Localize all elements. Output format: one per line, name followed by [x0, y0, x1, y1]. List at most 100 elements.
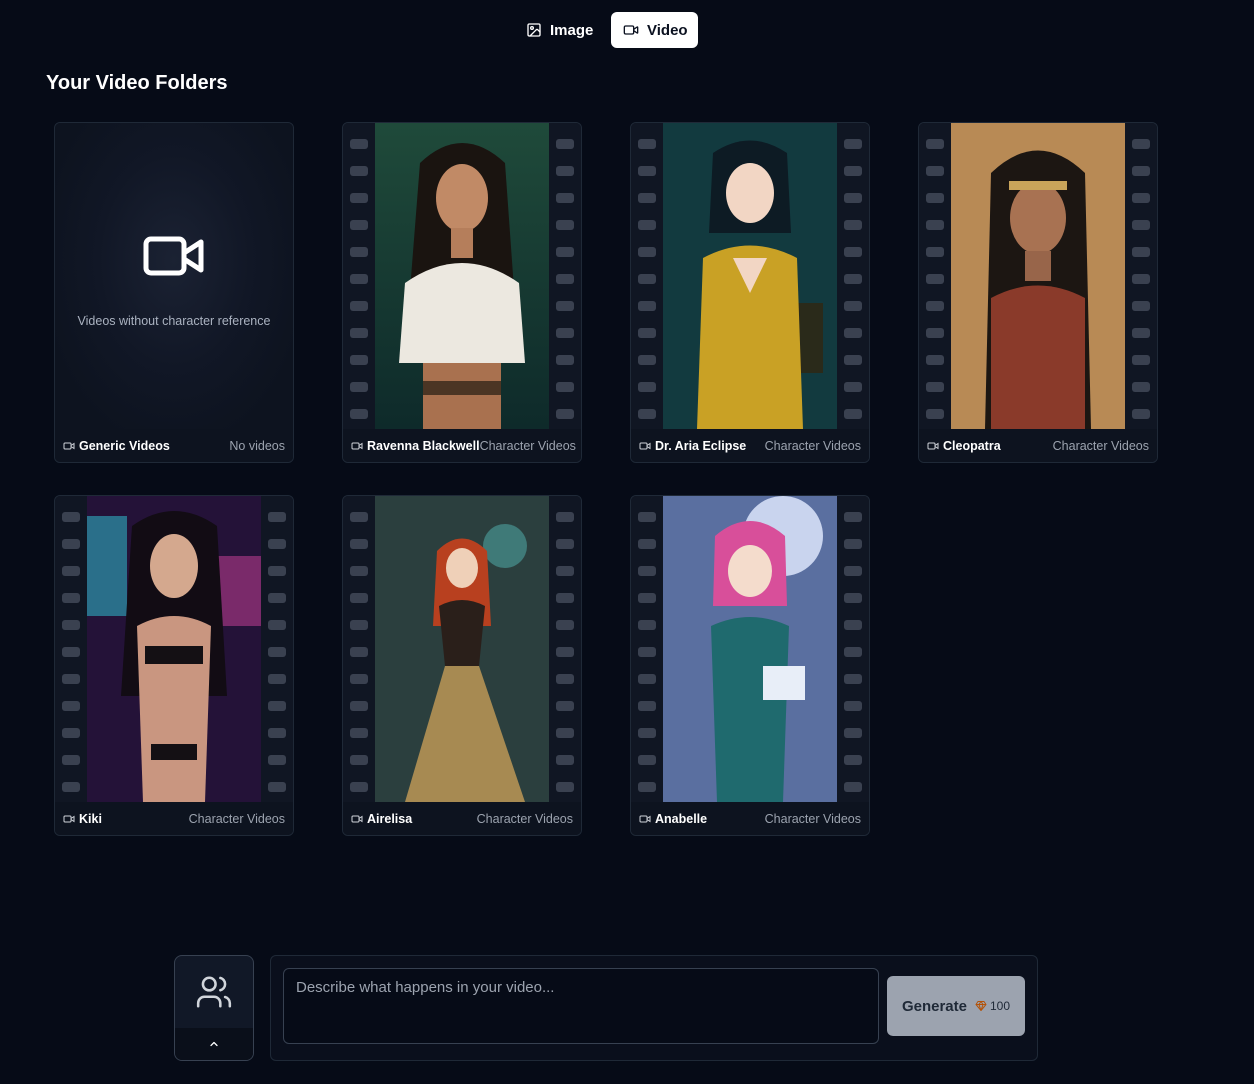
- film-sprocket: [844, 647, 862, 657]
- film-sprocket: [62, 728, 80, 738]
- folder-thumbnail: [631, 123, 869, 429]
- film-sprocket: [268, 674, 286, 684]
- folder-name: Ravenna Blackwell: [367, 438, 480, 453]
- film-sprocket: [1132, 193, 1150, 203]
- film-sprocket: [926, 382, 944, 392]
- video-prompt-input[interactable]: [283, 968, 879, 1044]
- film-sprocket: [1132, 382, 1150, 392]
- folder-type: Character Videos: [476, 811, 573, 826]
- film-sprocket: [1132, 274, 1150, 284]
- film-sprocket: [556, 247, 574, 257]
- film-sprocket: [638, 274, 656, 284]
- character-picker-button[interactable]: [174, 955, 254, 1061]
- film-sprocket: [844, 782, 862, 792]
- credit-cost: 100: [975, 999, 1010, 1013]
- film-sprocket: [638, 566, 656, 576]
- film-sprocket: [350, 539, 368, 549]
- video-icon: [639, 442, 651, 449]
- folder-thumbnail: [631, 496, 869, 802]
- folder-name: Cleopatra: [943, 438, 1001, 453]
- film-sprocket: [1132, 328, 1150, 338]
- folder-name: Anabelle: [655, 811, 708, 826]
- page-title: Your Video Folders: [46, 72, 228, 94]
- film-sprocket: [844, 328, 862, 338]
- film-sprocket: [556, 647, 574, 657]
- film-strip-left: [55, 496, 87, 802]
- video-icon: [639, 815, 651, 822]
- film-strip-left: [343, 123, 375, 429]
- film-sprocket: [350, 220, 368, 230]
- folder-thumbnail: [55, 496, 293, 802]
- film-sprocket: [350, 355, 368, 365]
- expand-characters-button[interactable]: [175, 1028, 253, 1060]
- film-sprocket: [638, 674, 656, 684]
- folder-card-cleopatra[interactable]: Cleopatra Character Videos: [918, 122, 1158, 463]
- film-sprocket: [1132, 409, 1150, 419]
- character-portrait: [663, 496, 837, 802]
- film-sprocket: [1132, 139, 1150, 149]
- film-sprocket: [62, 674, 80, 684]
- film-sprocket: [638, 539, 656, 549]
- film-sprocket: [638, 755, 656, 765]
- film-sprocket: [638, 139, 656, 149]
- video-icon: [927, 442, 939, 449]
- folder-card-generic[interactable]: Videos without character reference Gener…: [54, 122, 294, 463]
- film-sprocket: [556, 512, 574, 522]
- film-sprocket: [638, 193, 656, 203]
- video-tab[interactable]: Video: [611, 12, 698, 48]
- film-sprocket: [926, 409, 944, 419]
- film-sprocket: [638, 593, 656, 603]
- film-sprocket: [268, 728, 286, 738]
- film-sprocket: [556, 193, 574, 203]
- film-sprocket: [556, 728, 574, 738]
- film-sprocket: [268, 593, 286, 603]
- character-portrait: [87, 496, 261, 802]
- film-sprocket: [350, 328, 368, 338]
- folder-thumbnail: [343, 123, 581, 429]
- film-sprocket: [844, 274, 862, 284]
- folder-name: Generic Videos: [79, 438, 170, 453]
- generate-button[interactable]: Generate 100: [887, 976, 1025, 1036]
- film-sprocket: [638, 409, 656, 419]
- film-sprocket: [844, 512, 862, 522]
- film-strip-left: [631, 496, 663, 802]
- film-sprocket: [62, 647, 80, 657]
- folder-card-kiki[interactable]: Kiki Character Videos: [54, 495, 294, 836]
- folder-card-ravenna-blackwell[interactable]: Ravenna Blackwell Character Videos: [342, 122, 582, 463]
- film-sprocket: [556, 139, 574, 149]
- film-sprocket: [62, 512, 80, 522]
- folder-card-dr-aria-eclipse[interactable]: Dr. Aria Eclipse Character Videos: [630, 122, 870, 463]
- image-tab[interactable]: Image: [514, 12, 603, 48]
- film-sprocket: [350, 274, 368, 284]
- film-sprocket: [556, 539, 574, 549]
- film-sprocket: [350, 382, 368, 392]
- folder-card-airelisa[interactable]: Airelisa Character Videos: [342, 495, 582, 836]
- folder-card-anabelle[interactable]: Anabelle Character Videos: [630, 495, 870, 836]
- film-sprocket: [350, 647, 368, 657]
- video-composer: Generate 100: [270, 955, 1038, 1061]
- credit-cost-value: 100: [990, 999, 1011, 1013]
- film-sprocket: [350, 620, 368, 630]
- gem-icon: [975, 1001, 987, 1011]
- film-sprocket: [638, 166, 656, 176]
- film-sprocket: [62, 539, 80, 549]
- video-tab-label: Video: [647, 21, 688, 39]
- generic-folder-art: Videos without character reference: [55, 123, 293, 429]
- users-icon: [196, 976, 232, 1008]
- film-sprocket: [844, 409, 862, 419]
- film-sprocket: [844, 674, 862, 684]
- film-sprocket: [1132, 355, 1150, 365]
- film-sprocket: [844, 620, 862, 630]
- film-sprocket: [844, 728, 862, 738]
- film-sprocket: [638, 728, 656, 738]
- folder-name: Dr. Aria Eclipse: [655, 438, 747, 453]
- film-sprocket: [1132, 166, 1150, 176]
- film-sprocket: [62, 701, 80, 711]
- film-sprocket: [62, 566, 80, 576]
- video-icon: [623, 25, 639, 35]
- film-sprocket: [638, 620, 656, 630]
- film-sprocket: [268, 701, 286, 711]
- film-sprocket: [268, 512, 286, 522]
- folder-type: Character Videos: [188, 811, 285, 826]
- film-sprocket: [556, 301, 574, 311]
